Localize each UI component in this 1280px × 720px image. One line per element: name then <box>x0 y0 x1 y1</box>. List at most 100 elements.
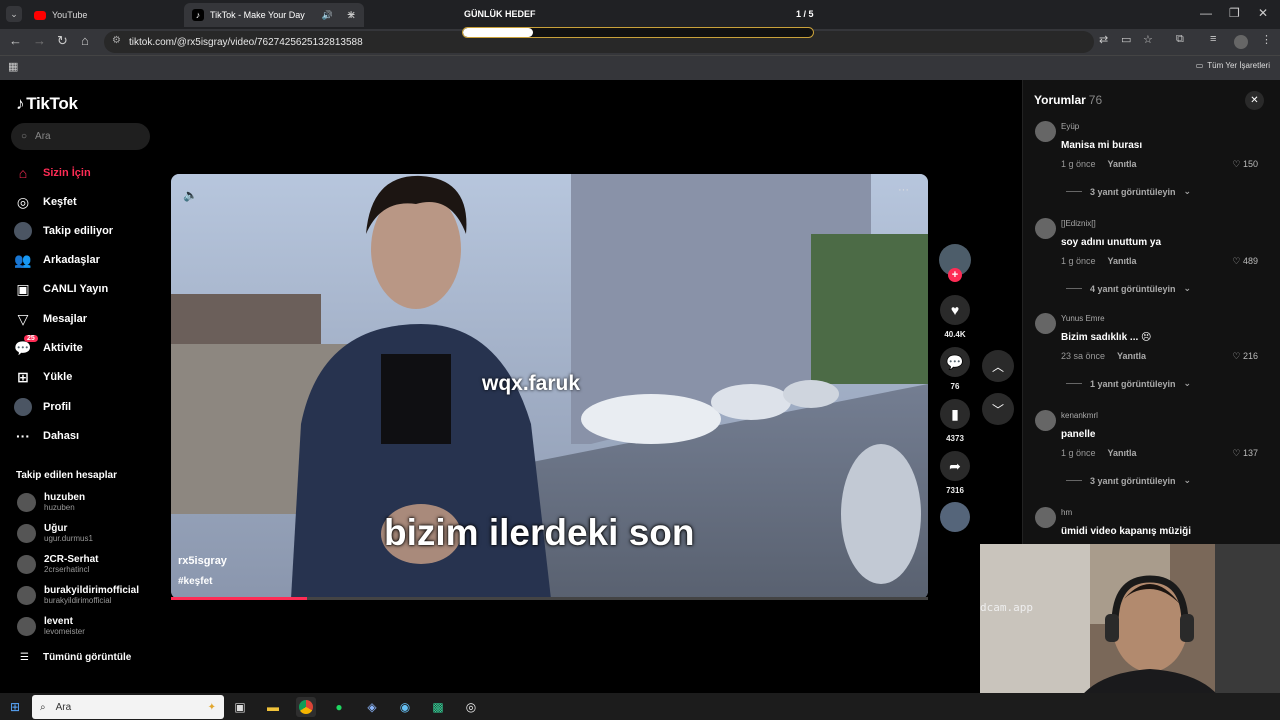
following-account[interactable]: huzuben huzuben <box>17 492 85 513</box>
divider <box>1066 288 1082 289</box>
view-replies-button[interactable]: 3 yanıt görüntüleyin ⌄ <box>1066 186 1191 197</box>
sidebar-item-friends[interactable]: 👥 Arkadaşlar <box>14 249 100 271</box>
comment-avatar[interactable] <box>1035 218 1056 239</box>
following-account[interactable]: 2CR-Serhat 2crserhatincl <box>17 554 98 575</box>
comment-like-button[interactable]: ♡ 150 <box>1232 159 1258 170</box>
bookmarks-bar <box>0 55 1280 80</box>
audio-playing-icon[interactable]: 🔊 <box>322 10 333 21</box>
extensions-icon[interactable]: ⧉ <box>1176 33 1184 46</box>
music-disc-icon[interactable] <box>940 502 970 532</box>
all-bookmarks[interactable]: ▭ Tüm Yer İşaretleri <box>1196 61 1270 70</box>
sidebar-item-compass[interactable]: ◎ Keşfet <box>14 191 77 213</box>
comment-username[interactable]: Yunus Emre <box>1061 314 1105 323</box>
reply-button[interactable]: Yanıtla <box>1108 159 1137 169</box>
sidebar-item-following-avatar[interactable]: Takip ediliyor <box>14 220 113 242</box>
see-all-label: Tümünü görüntüle <box>42 652 132 663</box>
comment-avatar[interactable] <box>1035 121 1056 142</box>
mute-icon[interactable]: 🔈 <box>183 188 198 202</box>
share-button[interactable]: ➦ <box>940 451 970 481</box>
comment-like-button[interactable]: ♡ 216 <box>1232 351 1258 362</box>
windows-start-icon[interactable]: ⊞ <box>5 697 25 717</box>
more-options-icon[interactable]: ··· <box>898 184 909 196</box>
following-account[interactable]: levent levomeister <box>17 616 85 637</box>
forward-icon[interactable]: → <box>33 33 46 48</box>
media-control-icon[interactable]: ≡ <box>1210 33 1216 45</box>
comment-username[interactable]: kenankmrl <box>1061 411 1098 420</box>
task-view-icon[interactable]: ▣ <box>230 697 250 717</box>
spotify-icon[interactable]: ● <box>329 697 349 717</box>
translate-icon[interactable]: ⇄ <box>1099 33 1108 46</box>
view-replies-button[interactable]: 3 yanıt görüntüleyin ⌄ <box>1066 475 1191 486</box>
follow-plus-icon[interactable]: + <box>948 268 962 282</box>
profile-avatar[interactable] <box>1234 35 1248 49</box>
close-window-icon[interactable]: ✕ <box>1258 6 1268 20</box>
reload-icon[interactable]: ↻ <box>57 33 68 49</box>
file-explorer-icon[interactable]: ▬ <box>263 697 283 717</box>
video-progress-bar[interactable] <box>171 597 928 600</box>
reply-button[interactable]: Yanıtla <box>1117 351 1146 361</box>
sidebar-item-activity[interactable]: 💬 25 Aktivite <box>14 335 83 359</box>
chrome-icon[interactable] <box>296 697 316 717</box>
share-count: 7316 <box>946 486 964 495</box>
cast-icon[interactable]: ▭ <box>1121 33 1131 46</box>
chevron-up-icon: ︿ <box>991 359 1004 374</box>
like-button[interactable]: ♥ <box>940 295 970 325</box>
account-name: burakyildirimofficial <box>44 585 140 596</box>
logo-text: TikTok <box>26 94 78 113</box>
app-icon[interactable]: ◈ <box>362 697 382 717</box>
home-icon[interactable]: ⌂ <box>81 33 89 48</box>
previous-video-button[interactable]: ︿ <box>982 350 1014 382</box>
back-icon[interactable]: ← <box>9 33 22 48</box>
tab-youtube[interactable]: YouTube ✕ <box>26 3 206 27</box>
site-info-icon[interactable]: ⚙ <box>112 35 121 46</box>
view-replies-button[interactable]: 4 yanıt görüntüleyin ⌄ <box>1066 283 1191 294</box>
comment-like-button[interactable]: ♡ 137 <box>1232 448 1258 459</box>
minimize-icon[interactable]: — <box>1200 6 1212 20</box>
sidebar-item-home[interactable]: ⌂ Sizin İçin <box>14 162 91 184</box>
steam-icon[interactable]: ◉ <box>395 697 415 717</box>
comment-username[interactable]: hm <box>1061 508 1072 517</box>
comment-avatar[interactable] <box>1035 507 1056 528</box>
reply-button[interactable]: Yanıtla <box>1108 256 1137 266</box>
next-video-button[interactable]: ﹀ <box>982 393 1014 425</box>
video-hashtag[interactable]: #keşfet <box>178 576 212 587</box>
sidebar-item-more[interactable]: ··· Dahası <box>14 425 79 447</box>
comment-button[interactable]: 💬 <box>940 347 970 377</box>
search-input[interactable]: ○ Ara <box>11 123 150 150</box>
view-replies-button[interactable]: 1 yanıt görüntüleyin ⌄ <box>1066 378 1191 389</box>
tiktok-logo[interactable]: ♪ TikTok <box>16 94 78 114</box>
following-account[interactable]: Uğur ugur.durmus1 <box>17 523 93 544</box>
browser-menu-icon[interactable]: ⋮ <box>1261 33 1272 46</box>
restore-icon[interactable]: ❐ <box>1229 6 1240 20</box>
taskbar-search[interactable]: ⌕ Ara ✦ <box>32 695 224 719</box>
comment-avatar[interactable] <box>1035 410 1056 431</box>
tiktok-note-icon: ♪ <box>16 94 25 113</box>
video-author[interactable]: rx5isgray <box>178 555 227 567</box>
reply-button[interactable]: Yanıtla <box>1108 448 1137 458</box>
following-account[interactable]: burakyildirimofficial burakyildirimoffici… <box>17 585 139 606</box>
comment-avatar[interactable] <box>1035 313 1056 334</box>
video-player[interactable]: 🔈 ··· wqx.faruk bizim ilerdeki son rx5is… <box>171 174 928 599</box>
bookmark-star-icon[interactable]: ☆ <box>1143 33 1153 46</box>
divider <box>1066 383 1082 384</box>
browser-tab-bar: ⌄ YouTube ✕ ♪ TikTok - Make Your Day 🔊 ✕… <box>0 0 1280 29</box>
sidebar-item-messages[interactable]: ▽ Mesajlar <box>14 308 87 330</box>
comment-like-button[interactable]: ♡ 489 <box>1232 256 1258 267</box>
tab-list-button[interactable]: ⌄ <box>6 6 22 22</box>
sidebar-item-live[interactable]: ▣ CANLI Yayın <box>14 278 108 300</box>
save-button[interactable]: ▮ <box>940 399 970 429</box>
app-green-icon[interactable]: ▩ <box>428 697 448 717</box>
comment-username[interactable]: []Ediznix[] <box>1061 219 1096 228</box>
url-text: tiktok.com/@rx5isgray/video/762742562513… <box>129 36 363 48</box>
see-all-button[interactable]: ☰ Tümünü görüntüle <box>20 652 131 663</box>
obs-icon[interactable]: ◎ <box>461 697 481 717</box>
new-tab-button[interactable]: + <box>347 6 355 22</box>
tab-tiktok[interactable]: ♪ TikTok - Make Your Day 🔊 ✕ <box>184 3 364 27</box>
apps-grid-icon[interactable]: ▦ <box>8 60 18 73</box>
webcam-watermark: dcam.app <box>980 601 1033 614</box>
comment-username[interactable]: Eyüp <box>1061 122 1079 131</box>
close-comments-button[interactable]: ✕ <box>1245 91 1264 110</box>
sidebar-item-upload[interactable]: ⊞ Yükle <box>14 366 72 388</box>
comment-meta: 1 g önce Yanıtla <box>1061 448 1137 458</box>
sidebar-item-profile[interactable]: Profil <box>14 396 71 418</box>
